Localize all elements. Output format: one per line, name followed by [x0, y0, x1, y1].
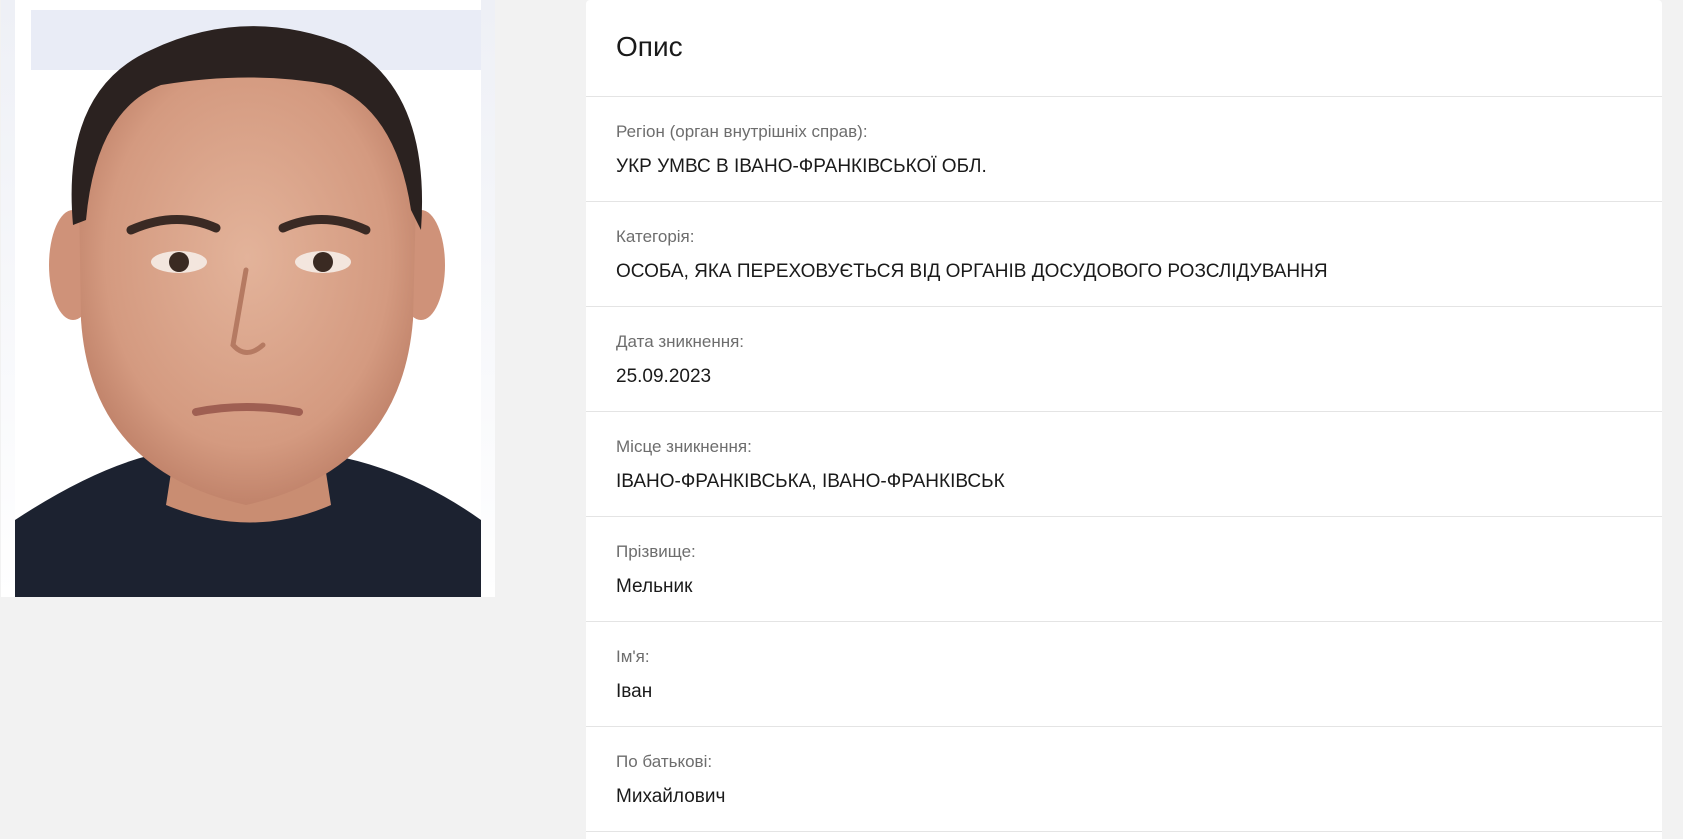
field-value: ОСОБА, ЯКА ПЕРЕХОВУЄТЬСЯ ВІД ОРГАНІВ ДОС…: [616, 261, 1328, 282]
field-label: Категорія:: [616, 227, 695, 246]
field-value: Мельник: [616, 576, 693, 597]
field-region: Регіон (орган внутрішніх справ): УКР УМВ…: [586, 97, 1662, 202]
field-value: 25.09.2023: [616, 366, 712, 387]
field-label: Прізвище:: [616, 542, 696, 561]
field-label: Ім'я:: [616, 647, 650, 666]
field-patronymic: По батькові: Михайлович: [586, 727, 1662, 832]
field-first-name: Ім'я: Іван: [586, 622, 1662, 727]
card-header: Опис: [586, 0, 1662, 97]
field-disappearance-date: Дата зникнення: 25.09.2023: [586, 307, 1662, 412]
field-label: Регіон (орган внутрішніх справ):: [616, 122, 868, 141]
description-card: Опис Регіон (орган внутрішніх справ): УК…: [586, 0, 1662, 839]
field-value: Михайлович: [616, 786, 726, 807]
field-value: УКР УМВС В ІВАНО-ФРАНКІВСЬКОЇ ОБЛ.: [616, 156, 987, 177]
field-category: Категорія: ОСОБА, ЯКА ПЕРЕХОВУЄТЬСЯ ВІД …: [586, 202, 1662, 307]
field-disappearance-place: Місце зникнення: ІВАНО-ФРАНКІВСЬКА, ІВАН…: [586, 412, 1662, 517]
portrait-image: [1, 0, 495, 597]
field-surname: Прізвище: Мельник: [586, 517, 1662, 622]
field-value: ІВАНО-ФРАНКІВСЬКА, ІВАНО-ФРАНКІВСЬК: [616, 471, 1005, 492]
field-value: Іван: [616, 681, 653, 702]
person-photo: [1, 0, 495, 597]
field-label: По батькові:: [616, 752, 713, 771]
field-label: Місце зникнення:: [616, 437, 752, 456]
card-title: Опис: [616, 31, 683, 62]
photo-container: [0, 0, 495, 597]
field-label: Дата зникнення:: [616, 332, 745, 351]
